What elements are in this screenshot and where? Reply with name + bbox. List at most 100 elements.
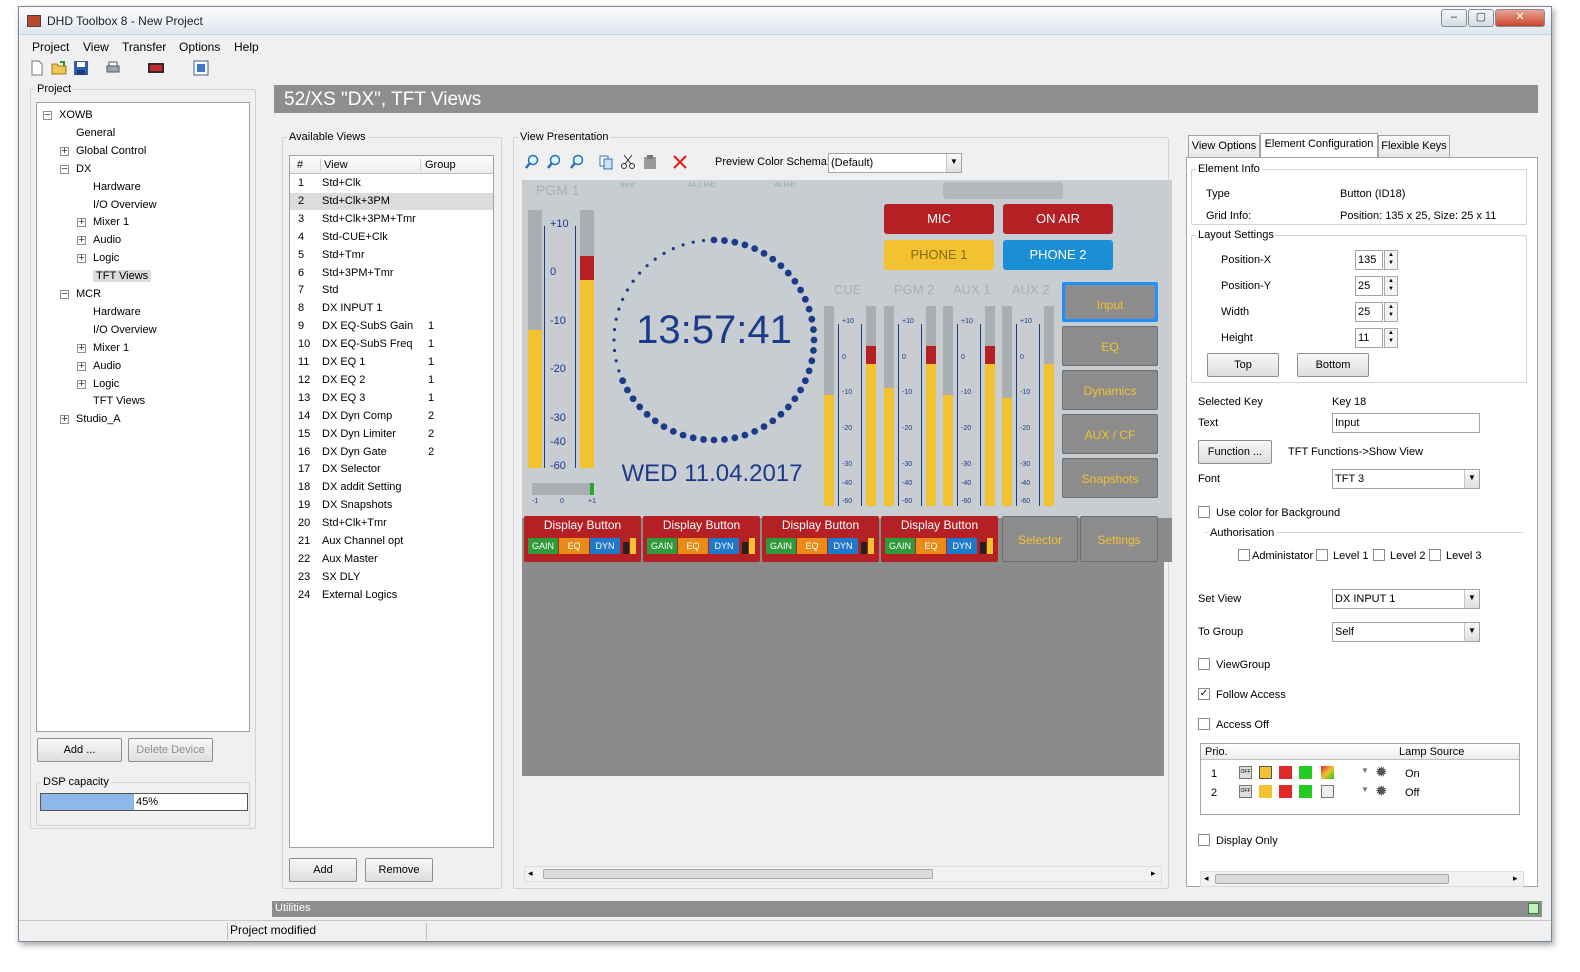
table-row[interactable]: 15 DX Dyn Limiter 2 (290, 426, 493, 443)
cut-icon[interactable] (620, 154, 638, 170)
tree-expander-icon[interactable]: + (77, 253, 86, 264)
tree-expander-icon[interactable]: − (43, 110, 52, 121)
table-row[interactable]: 2 Std+Clk+3PM (290, 192, 493, 210)
font-select[interactable]: TFT 3 ▼ (1332, 469, 1480, 489)
presentation-h-scrollbar[interactable]: ◂ ▸ (524, 866, 1162, 882)
tree-item[interactable]: I/O Overview (93, 199, 157, 211)
side-button-dynamics[interactable]: Dynamics (1062, 370, 1158, 410)
table-row[interactable]: 1 Std+Clk (290, 175, 493, 192)
scroll-left-icon[interactable]: ◂ (528, 868, 533, 879)
utilities-bar[interactable]: Utilities (272, 901, 1542, 917)
tree-item[interactable]: General (76, 127, 115, 139)
side-button-aux-cf[interactable]: AUX / CF (1062, 414, 1158, 454)
table-row[interactable]: 21 Aux Channel opt (290, 533, 493, 550)
table-row[interactable]: 24 External Logics (290, 587, 493, 604)
tab-flexible-keys[interactable]: Flexible Keys (1378, 135, 1450, 157)
tree-item[interactable]: TFT Views (93, 395, 145, 407)
scroll-thumb[interactable] (543, 869, 933, 879)
width-input[interactable]: 25 (1355, 302, 1383, 322)
table-row[interactable]: 10 DX EQ-SubS Freq 1 (290, 336, 493, 353)
views-list[interactable]: # View Group 1 Std+Clk 2 Std+Clk+3PM 3 Std+Cl… (289, 155, 494, 848)
delete-device-button[interactable]: Delete Device (128, 738, 213, 762)
panel-view-icon[interactable] (193, 60, 211, 77)
tree-item[interactable]: Mixer 1 (93, 216, 129, 228)
menu-project[interactable]: Project (32, 40, 69, 54)
zoom-in-icon[interactable] (524, 154, 542, 170)
tree-item[interactable]: Mixer 1 (93, 342, 129, 354)
green-color-swatch[interactable] (1299, 766, 1312, 779)
tree-item[interactable]: Hardware (93, 181, 141, 193)
col-group[interactable]: Group (420, 159, 456, 171)
tree-item[interactable]: Audio (93, 234, 121, 246)
on-air-button[interactable]: ON AIR (1003, 204, 1113, 234)
position-x-spinner[interactable]: ▲ ▼ (1384, 250, 1398, 270)
open-folder-icon[interactable] (51, 60, 69, 77)
copy-icon[interactable] (598, 154, 616, 170)
tree-expander-icon[interactable]: + (77, 360, 86, 371)
config-h-scrollbar[interactable]: ◂ ▸ (1200, 871, 1524, 887)
height-spinner[interactable]: ▲ ▼ (1384, 328, 1398, 348)
maximize-button[interactable]: ▢ (1468, 9, 1494, 27)
tree-expander-icon[interactable]: − (60, 289, 69, 300)
yellow-color-swatch[interactable] (1259, 785, 1272, 798)
auth-level3-checkbox[interactable] (1429, 549, 1441, 561)
red-color-swatch[interactable] (1279, 785, 1292, 798)
scroll-thumb[interactable] (1215, 874, 1449, 884)
scroll-right-icon[interactable]: ▸ (1513, 873, 1518, 884)
menu-transfer[interactable]: Transfer (122, 40, 166, 54)
new-file-icon[interactable] (29, 60, 47, 77)
zoom-reset-icon[interactable] (568, 154, 586, 170)
side-button-snapshots[interactable]: Snapshots (1062, 458, 1158, 498)
expand-icon[interactable] (1528, 903, 1539, 914)
table-row[interactable]: 19 DX Snapshots (290, 497, 493, 514)
tree-item[interactable]: TFT Views (93, 270, 152, 283)
add-view-button[interactable]: Add (289, 858, 357, 882)
tree-item[interactable]: MCR (76, 288, 101, 300)
tree-expander-icon[interactable]: + (60, 145, 69, 156)
phone2-button[interactable]: PHONE 2 (1003, 240, 1113, 270)
selector-button[interactable]: Selector (1002, 516, 1078, 562)
access-off-checkbox[interactable] (1198, 718, 1210, 730)
table-row[interactable]: 7 Std (290, 282, 493, 299)
table-row[interactable]: 14 DX Dyn Comp 2 (290, 408, 493, 425)
display-button[interactable]: Display Button GAIN EQ DYN (762, 516, 879, 562)
menu-view[interactable]: View (83, 40, 109, 54)
text-input[interactable]: Input (1332, 413, 1480, 433)
side-button-input[interactable]: Input (1062, 282, 1158, 322)
tab-view-options[interactable]: View Options (1188, 135, 1260, 157)
follow-access-checkbox[interactable]: ✓ (1198, 688, 1210, 700)
project-tree[interactable]: − XOWB General + Global Control − DX Hardware I/… (36, 102, 250, 732)
device-icon[interactable] (147, 60, 165, 77)
tree-item[interactable]: XOWB (59, 109, 93, 121)
green-color-swatch[interactable] (1299, 785, 1312, 798)
zoom-out-icon[interactable] (546, 154, 564, 170)
lamp-source-table[interactable]: Prio. Lamp Source 1 OFF ▼ ✹ On 2 OFF ▼ ✹… (1200, 743, 1520, 815)
tree-item[interactable]: Logic (93, 378, 119, 390)
chevron-down-icon[interactable]: ▼ (1361, 785, 1369, 794)
tree-item[interactable]: Logic (93, 252, 119, 264)
function-button[interactable]: Function ... (1198, 440, 1272, 464)
tree-expander-icon[interactable]: − (60, 163, 69, 174)
red-color-swatch[interactable] (1279, 766, 1292, 779)
height-input[interactable]: 11 (1355, 328, 1383, 348)
menu-help[interactable]: Help (234, 40, 259, 54)
tree-expander-icon[interactable]: + (77, 342, 86, 353)
save-icon[interactable] (73, 60, 91, 77)
table-row[interactable]: 6 Std+3PM+Tmr (290, 265, 493, 282)
top-button[interactable]: Top (1207, 353, 1279, 377)
table-row[interactable]: 20 Std+Clk+Tmr (290, 515, 493, 532)
table-row[interactable]: 13 DX EQ 3 1 (290, 390, 493, 407)
display-button[interactable]: Display Button GAIN EQ DYN (524, 516, 641, 562)
tree-item[interactable]: Audio (93, 360, 121, 372)
bottom-button[interactable]: Bottom (1297, 353, 1369, 377)
phone1-button[interactable]: PHONE 1 (884, 240, 994, 270)
auth-level2-checkbox[interactable] (1373, 549, 1385, 561)
display-button[interactable]: Display Button GAIN EQ DYN (881, 516, 998, 562)
paste-icon[interactable] (642, 154, 660, 170)
display-only-checkbox[interactable] (1198, 834, 1210, 846)
table-row[interactable]: 11 DX EQ 1 1 (290, 354, 493, 371)
table-row[interactable]: 18 DX addit Setting (290, 479, 493, 496)
multicolor-swatch[interactable] (1321, 766, 1334, 779)
tree-expander-icon[interactable]: + (77, 235, 86, 246)
tree-item[interactable]: I/O Overview (93, 324, 157, 336)
